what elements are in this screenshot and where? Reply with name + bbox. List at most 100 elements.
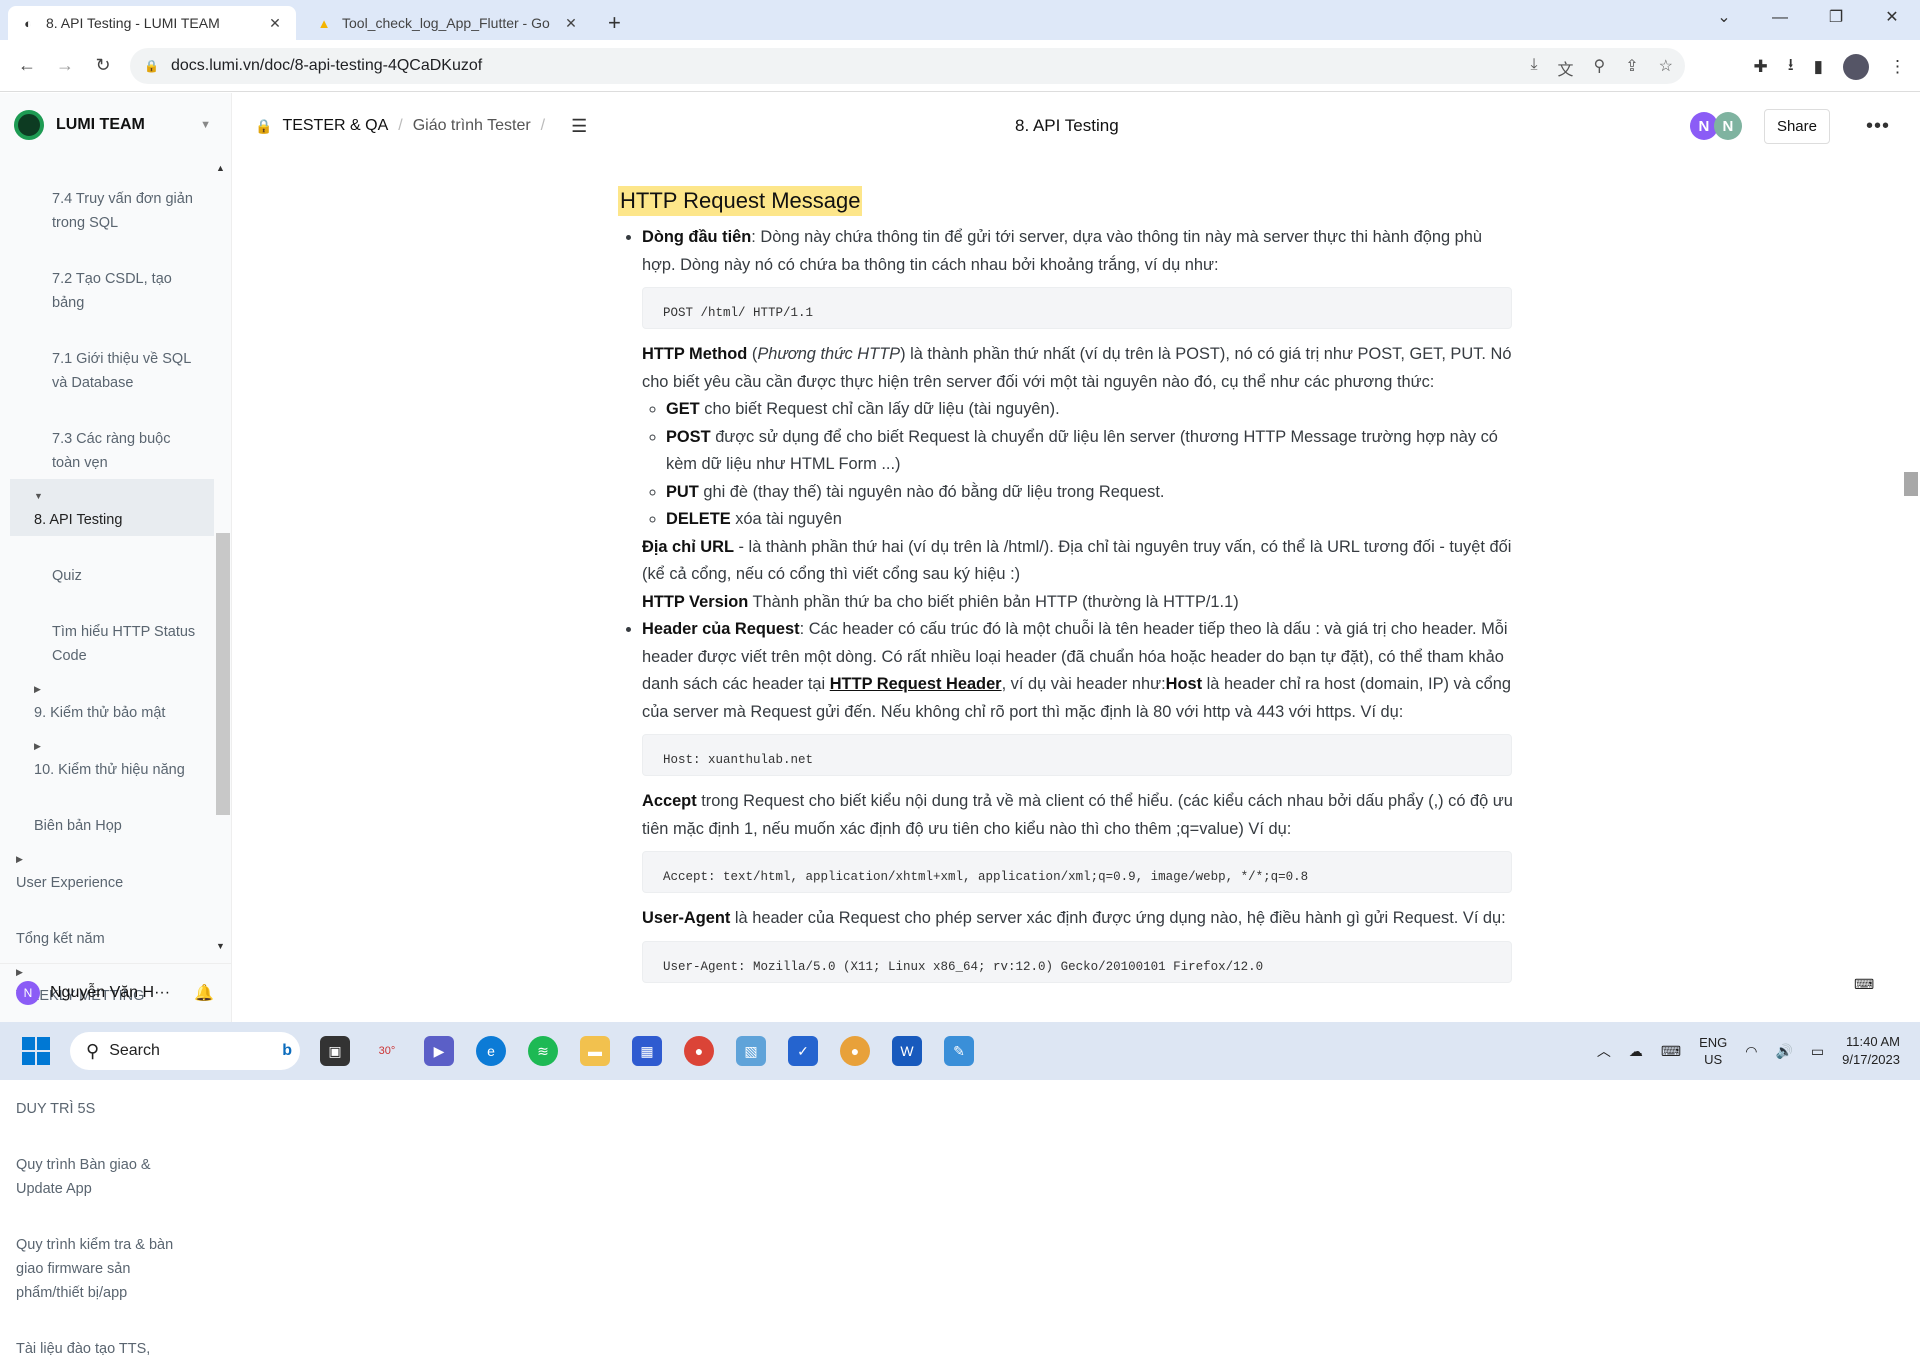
translate-icon[interactable]: 文	[1558, 56, 1574, 80]
sidebar-item[interactable]: ▶ User Experience	[10, 842, 214, 899]
back-icon[interactable]: ←	[8, 55, 46, 76]
bing-icon: b	[282, 1042, 292, 1059]
sidebar-item[interactable]: 7.3 Các ràng buộc toàn vẹn	[10, 399, 214, 479]
sidebar-item[interactable]: Tổng kết năm	[10, 899, 214, 955]
keyboard-shortcuts-icon[interactable]: ⌨	[1854, 976, 1874, 993]
http-request-header-link[interactable]: HTTP Request Header	[830, 675, 1002, 693]
restore-icon[interactable]: ❐	[1808, 0, 1864, 36]
url-text: docs.lumi.vn/doc/8-api-testing-4QCaDKuzo…	[170, 57, 483, 74]
scroll-down-arrow[interactable]: ▼	[216, 941, 225, 951]
volume-icon[interactable]: 🔊	[1775, 1043, 1792, 1060]
browser-menu-icon[interactable]: ⋮	[1889, 57, 1906, 77]
sidebar-item[interactable]: 7.1 Giới thiệu về SQL và Database	[10, 319, 214, 399]
chrome-active-icon[interactable]: ●	[840, 1036, 870, 1066]
code-block[interactable]: Host: xuanthulab.net	[642, 734, 1512, 776]
show-hidden-icons-icon[interactable]: ︿	[1597, 1041, 1611, 1061]
keyboard-icon[interactable]: ⌨	[1661, 1043, 1681, 1060]
close-tab-icon[interactable]: ✕	[266, 15, 284, 32]
browser-tab-api-testing[interactable]: ◐ 8. API Testing - LUMI TEAM ✕	[8, 6, 296, 40]
code-block[interactable]: User-Agent: Mozilla/5.0 (X11; Linux x86_…	[642, 940, 1512, 983]
todo-icon[interactable]: ✓	[788, 1036, 818, 1066]
bold-text: Dòng đầu tiên	[642, 228, 752, 246]
close-window-icon[interactable]: ✕	[1864, 0, 1920, 36]
sidebar-item-label: 8. API Testing	[34, 512, 123, 528]
expand-toggle-icon[interactable]: ▶	[16, 847, 30, 871]
weather-icon[interactable]: 30°	[372, 1036, 402, 1066]
bookmark-star-icon[interactable]: ☆	[1659, 56, 1673, 80]
reload-icon[interactable]: ↻	[84, 55, 122, 76]
battery-icon[interactable]: ▭	[1811, 1043, 1824, 1060]
profile-avatar[interactable]	[1843, 53, 1869, 80]
share-page-icon[interactable]: ⇪	[1625, 56, 1638, 80]
sidebar-item[interactable]: 7.2 Tạo CSDL, tạo bảng	[10, 239, 214, 319]
sidebar-item[interactable]: Quiz	[10, 536, 214, 592]
clock[interactable]: 11:40 AM 9/17/2023	[1842, 1033, 1900, 1069]
store-icon[interactable]: ▦	[632, 1036, 662, 1066]
browser-tabbar: ◐ 8. API Testing - LUMI TEAM ✕ ▲ Tool_ch…	[0, 0, 1920, 40]
time: 11:40 AM	[1846, 1034, 1900, 1049]
windows-start-icon[interactable]	[22, 1037, 50, 1065]
page-scrollbar[interactable]	[1904, 472, 1918, 496]
bold-text: POST	[666, 427, 711, 446]
tab-search-icon[interactable]: ⌄	[1696, 0, 1752, 36]
taskbar-search[interactable]: ⚲ Search b	[70, 1032, 300, 1070]
table-of-contents-icon[interactable]: ☰	[571, 116, 587, 137]
sidebar-item[interactable]: ▶ 10. Kiểm thử hiệu năng	[10, 729, 214, 786]
expand-toggle-icon[interactable]: ▶	[34, 677, 48, 701]
minimize-icon[interactable]: —	[1752, 0, 1808, 36]
expand-toggle-icon[interactable]: ▶	[34, 734, 48, 758]
file-explorer-icon[interactable]: ▬	[580, 1036, 610, 1066]
new-tab-icon[interactable]: +	[608, 6, 621, 40]
user-menu[interactable]: N Nguyễn Văn H··· 🔔	[0, 963, 232, 1021]
teams-chat-icon[interactable]: ▶	[424, 1036, 454, 1066]
task-view-icon[interactable]: ▣	[320, 1036, 350, 1066]
edge-icon[interactable]: e	[476, 1036, 506, 1066]
code-block[interactable]: POST /html/ HTTP/1.1	[642, 287, 1512, 329]
notifications-bell-icon[interactable]: 🔔	[194, 983, 214, 1003]
language-indicator[interactable]: ENG US	[1699, 1034, 1727, 1068]
scroll-up-arrow[interactable]: ▲	[216, 163, 225, 173]
bold-text: Accept	[642, 792, 697, 810]
address-bar[interactable]: 🔒 docs.lumi.vn/doc/8-api-testing-4QCaDKu…	[130, 48, 1685, 84]
page-title: 8. API Testing	[1015, 116, 1119, 135]
sidebar-item[interactable]: ▶ 9. Kiểm thử bảo mật	[10, 672, 214, 729]
workspace-switcher[interactable]: LUMI TEAM ▼	[0, 93, 231, 157]
sidebar-item[interactable]: Quy trình Bàn giao & Update App	[10, 1125, 214, 1205]
sidebar-item[interactable]: Biên bản Họp	[10, 786, 214, 842]
sidebar-item[interactable]: Tài liệu đào tạo TTS,	[10, 1309, 214, 1365]
paint-icon[interactable]: ✎	[944, 1036, 974, 1066]
close-tab-icon[interactable]: ✕	[562, 15, 580, 32]
breadcrumb-parent[interactable]: Giáo trình Tester	[413, 117, 531, 135]
sidebar-item[interactable]: 7.4 Truy vấn đơn giản trong SQL	[10, 159, 214, 239]
sidebar-item[interactable]: ▼ 8. API Testing	[10, 479, 214, 536]
more-options-icon[interactable]: •••	[1866, 115, 1890, 138]
photos-icon[interactable]: ▧	[736, 1036, 766, 1066]
onedrive-icon[interactable]: ☁	[1629, 1043, 1643, 1060]
install-app-icon[interactable]: ⤓	[1530, 56, 1537, 80]
side-panel-icon[interactable]: ▮	[1814, 57, 1823, 77]
word-icon[interactable]: W	[892, 1036, 922, 1066]
paragraph: Địa chỉ URL - là thành phần thứ hai (ví …	[642, 534, 1518, 589]
forward-icon[interactable]: →	[46, 55, 84, 76]
collaborator-avatar[interactable]: N	[1713, 112, 1742, 140]
sidebar-item[interactable]: Tìm hiểu HTTP Status Code	[10, 592, 214, 672]
downloads-icon[interactable]: ⭳	[1788, 52, 1794, 81]
spotify-icon[interactable]: ≋	[528, 1036, 558, 1066]
chrome-icon[interactable]: ●	[684, 1036, 714, 1066]
wifi-icon[interactable]: ◠	[1745, 1043, 1757, 1060]
omnibox-actions: ⤓ 文 ⚲ ⇪ ☆	[1530, 56, 1673, 80]
tab-title: 8. API Testing - LUMI TEAM	[46, 15, 220, 31]
browser-tab-drive[interactable]: ▲ Tool_check_log_App_Flutter - Go ✕	[304, 6, 592, 40]
site-info-icon[interactable]: 🔒	[144, 59, 159, 73]
section-heading: HTTP Request Message	[618, 186, 863, 216]
collapse-toggle-icon[interactable]: ▼	[34, 484, 48, 508]
zoom-icon[interactable]: ⚲	[1594, 56, 1606, 80]
sidebar-item[interactable]: Quy trình kiểm tra & bàn giao firmware s…	[10, 1205, 214, 1309]
code-block[interactable]: Accept: text/html, application/xhtml+xml…	[642, 851, 1512, 893]
breadcrumb-collection[interactable]: TESTER & QA	[282, 117, 388, 135]
extensions-icon[interactable]: ✚	[1753, 57, 1767, 77]
sidebar-scrollbar[interactable]	[216, 533, 230, 815]
text: : Dòng này chứa thông tin để gửi tới ser…	[642, 228, 1482, 274]
tab-title: Tool_check_log_App_Flutter - Go	[342, 15, 550, 31]
share-button[interactable]: Share	[1763, 108, 1830, 144]
